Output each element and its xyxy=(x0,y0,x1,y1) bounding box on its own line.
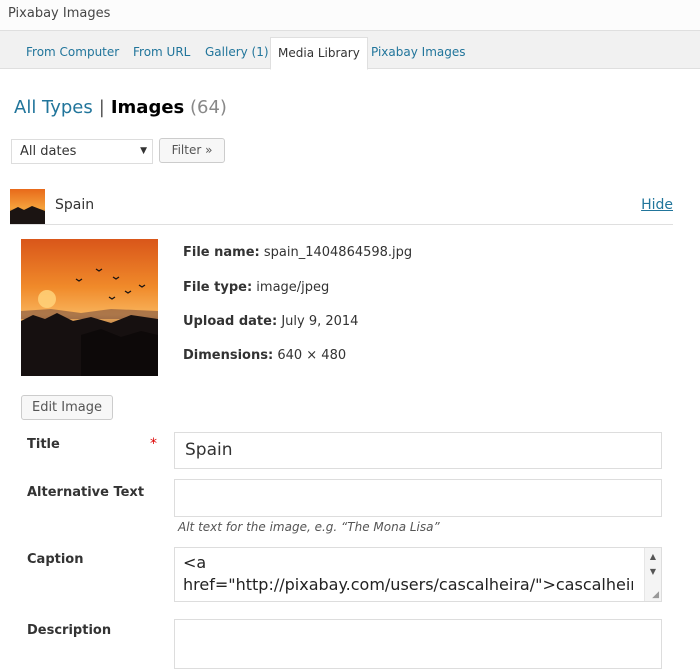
description-label: Description xyxy=(27,623,112,638)
upload-date-label: Upload date: xyxy=(183,314,278,329)
file-type-label: File type: xyxy=(183,280,253,295)
dimensions-value: 640 × 480 xyxy=(277,348,347,363)
item-thumbnail-small xyxy=(10,189,45,224)
upload-date-row: Upload date: July 9, 2014 xyxy=(183,314,358,329)
title-input[interactable]: Spain xyxy=(174,432,662,469)
caret-down-icon: ▼ xyxy=(140,146,147,156)
resize-grip-icon[interactable]: ◢ xyxy=(652,590,659,600)
type-separator: | xyxy=(98,97,105,118)
file-type-value: image/jpeg xyxy=(256,280,330,295)
tab-gallery[interactable]: Gallery (1) xyxy=(198,37,276,69)
scroll-down-icon[interactable]: ▼ xyxy=(645,565,661,579)
tab-bar: From Computer From URL Gallery (1) Media… xyxy=(0,31,700,70)
file-name-row: File name: spain_1404864598.jpg xyxy=(183,245,412,260)
dates-select[interactable]: All dates ▼ xyxy=(11,139,153,164)
all-types-link[interactable]: All Types xyxy=(14,97,93,118)
images-type-current: Images xyxy=(110,97,185,118)
filter-button[interactable]: Filter » xyxy=(159,138,225,163)
file-name-label: File name: xyxy=(183,245,260,260)
window-title: Pixabay Images xyxy=(8,6,111,21)
dimensions-row: Dimensions: 640 × 480 xyxy=(183,348,346,363)
caption-label: Caption xyxy=(27,552,84,567)
media-item-row: Spain Hide xyxy=(10,188,673,225)
required-mark: * xyxy=(150,436,157,452)
images-count: (64) xyxy=(189,97,227,118)
tab-from-computer[interactable]: From Computer xyxy=(19,37,126,69)
dates-select-value: All dates xyxy=(20,144,77,159)
caption-textarea[interactable]: <a href="http://pixabay.com/users/cascal… xyxy=(174,547,662,602)
hide-link[interactable]: Hide xyxy=(641,197,673,213)
alt-text-help: Alt text for the image, e.g. “The Mona L… xyxy=(178,520,440,534)
caption-text: <a href="http://pixabay.com/users/cascal… xyxy=(183,553,633,594)
title-label: Title xyxy=(27,437,60,452)
alt-text-input[interactable] xyxy=(174,479,662,517)
file-type-row: File type: image/jpeg xyxy=(183,280,329,295)
alt-text-label: Alternative Text xyxy=(27,485,145,500)
item-title: Spain xyxy=(55,197,95,213)
type-filter: All Types | Images (64) xyxy=(14,97,227,118)
window-header: Pixabay Images xyxy=(0,0,700,31)
tab-pixabay-images[interactable]: Pixabay Images xyxy=(364,37,472,69)
tab-from-url[interactable]: From URL xyxy=(126,37,197,69)
file-name-value: spain_1404864598.jpg xyxy=(263,245,413,260)
edit-image-button[interactable]: Edit Image xyxy=(21,395,113,420)
item-thumbnail-large xyxy=(21,239,158,376)
dimensions-label: Dimensions: xyxy=(183,348,274,363)
scroll-up-icon[interactable]: ▲ xyxy=(645,550,661,564)
upload-date-value: July 9, 2014 xyxy=(281,314,359,329)
tab-media-library[interactable]: Media Library xyxy=(270,37,368,70)
